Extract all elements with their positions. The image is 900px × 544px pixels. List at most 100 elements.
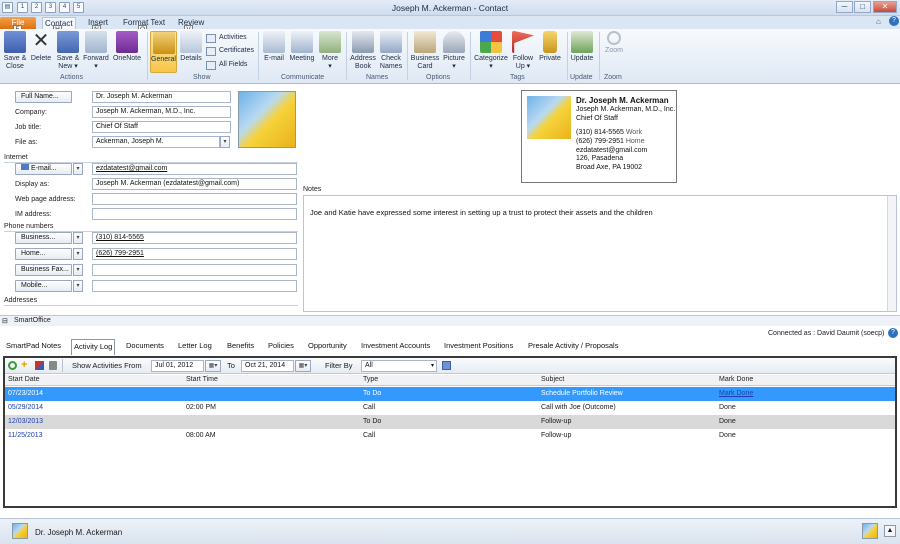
jobtitle-input[interactable]: Chief Of Staff	[92, 121, 231, 133]
from-date-input[interactable]: Jul 01, 2012	[151, 360, 204, 372]
notes-textarea[interactable]: Joe and Katie have expressed some intere…	[303, 195, 897, 312]
people-pane-photo[interactable]	[862, 523, 878, 539]
company-input[interactable]: Joseph M. Ackerman, M.D., Inc.	[92, 106, 231, 118]
webpage-label: Web page address:	[15, 196, 76, 203]
update-button[interactable]: Update	[569, 31, 595, 63]
col-start-date[interactable]: Start Date	[8, 376, 40, 383]
im-input[interactable]	[92, 208, 297, 220]
email-button[interactable]: E-mail	[262, 31, 286, 63]
business-fax-input[interactable]	[92, 264, 297, 276]
activities-icon	[206, 34, 216, 43]
tab-benefits[interactable]: Benefits	[225, 339, 256, 354]
help-icon[interactable]: ?	[889, 16, 899, 26]
expand-icon[interactable]: ▲	[884, 525, 896, 537]
table-row[interactable]: 11/25/2013 08:00 AM Call Follow-up Done	[5, 429, 895, 443]
home-phone-button[interactable]: Home...	[15, 248, 72, 260]
meeting-button[interactable]: Meeting	[288, 31, 316, 63]
collapse-icon[interactable]: ⊟	[2, 317, 8, 325]
address-book-button[interactable]: Address Book	[349, 31, 377, 70]
add-icon[interactable]: +	[21, 359, 27, 371]
categorize-button[interactable]: Categorize ▾	[473, 31, 509, 70]
general-button[interactable]: General	[150, 31, 177, 73]
tab-letter-log[interactable]: Letter Log	[176, 339, 214, 354]
save-close-button[interactable]: Save & Close	[2, 31, 28, 70]
business-phone-input[interactable]: (310) 814-5565	[92, 232, 297, 244]
ribbon-collapse-icon[interactable]: ⌂	[876, 17, 881, 26]
minimize-button[interactable]: ─	[836, 1, 853, 13]
tab-opportunity[interactable]: Opportunity	[306, 339, 349, 354]
card-address-line1: 126, Pasadena	[576, 155, 624, 162]
email-field-button[interactable]: E-mail...	[15, 163, 72, 175]
status-avatar[interactable]	[12, 523, 28, 539]
meeting-label: Meeting	[289, 55, 315, 62]
col-mark-done[interactable]: Mark Done	[719, 376, 753, 383]
from-date-picker[interactable]: ▦▾	[205, 360, 221, 372]
tab-documents[interactable]: Documents	[124, 339, 166, 354]
business-card-button[interactable]: Business Card	[410, 31, 440, 70]
to-date-input[interactable]: Oct 21, 2014	[241, 360, 294, 372]
home-phone-input[interactable]: (626) 799-2951	[92, 248, 297, 260]
mobile-phone-button[interactable]: Mobile...	[15, 280, 72, 292]
business-fax-dropdown[interactable]: ▾	[73, 264, 83, 276]
forward-button[interactable]: Forward ▾	[82, 31, 110, 70]
col-subject[interactable]: Subject	[541, 376, 564, 383]
certificates-button[interactable]: Certificates	[206, 45, 254, 57]
notes-scrollbar[interactable]	[887, 196, 896, 311]
fileas-select[interactable]: Ackerman, Joseph M.	[92, 136, 220, 148]
refresh-icon[interactable]	[8, 361, 17, 370]
business-phone-button[interactable]: Business...	[15, 232, 72, 244]
delete-icon[interactable]	[49, 361, 57, 370]
tab-investment-accounts[interactable]: Investment Accounts	[359, 339, 432, 354]
filter-select[interactable]: All ▾	[361, 360, 437, 372]
webpage-input[interactable]	[92, 193, 297, 205]
group-tags-label: Tags	[510, 74, 525, 81]
certificates-icon	[206, 47, 216, 56]
save-new-button[interactable]: Save & New ▾	[55, 31, 81, 70]
mobile-phone-input[interactable]	[92, 280, 297, 292]
to-date-picker[interactable]: ▦▾	[295, 360, 311, 372]
phones-section-label: Phone numbers	[4, 222, 298, 232]
private-button[interactable]: Private	[537, 31, 563, 63]
all-fields-button[interactable]: All Fields	[206, 59, 247, 71]
onenote-button[interactable]: OneNote	[112, 31, 142, 63]
activities-button[interactable]: Activities	[206, 32, 247, 44]
search-icon[interactable]	[442, 361, 451, 370]
maximize-button[interactable]: □	[854, 1, 871, 13]
check-names-button[interactable]: Check Names	[378, 31, 404, 70]
email-field-dropdown[interactable]: ▾	[73, 163, 83, 175]
full-name-input[interactable]: Dr. Joseph M. Ackerman	[92, 91, 231, 103]
col-type[interactable]: Type	[363, 376, 378, 383]
tab-presale-activity[interactable]: Presale Activity / Proposals	[526, 339, 620, 354]
picture-button[interactable]: Picture ▾	[442, 31, 466, 70]
full-name-button[interactable]: Full Name...	[15, 91, 72, 103]
displayas-input[interactable]: Joseph M. Ackerman (ezdatatest@gmail.com…	[92, 178, 297, 190]
delete-button[interactable]: ✕ Delete	[30, 31, 52, 63]
tab-policies[interactable]: Policies	[266, 339, 296, 354]
tab-activity-log[interactable]: Activity Log	[71, 339, 116, 355]
table-row[interactable]: 12/03/2013 To Do Follow-up Done	[5, 415, 895, 429]
business-fax-button[interactable]: Business Fax...	[15, 264, 72, 276]
help-icon[interactable]: ?	[888, 328, 898, 338]
table-row[interactable]: 05/29/2014 02:00 PM Call Call with Joe (…	[5, 401, 895, 415]
contact-photo[interactable]	[238, 91, 296, 148]
home-phone-dropdown[interactable]: ▾	[73, 248, 83, 260]
close-button[interactable]: ✕	[873, 1, 897, 13]
mark-done-link[interactable]: Mark Done	[719, 387, 753, 400]
zoom-button[interactable]: Zoom	[602, 31, 626, 55]
card-home-phone: (626) 799-2951 Home	[576, 138, 645, 145]
mobile-phone-dropdown[interactable]: ▾	[73, 280, 83, 292]
more-button[interactable]: More ▾	[318, 31, 342, 70]
business-phone-dropdown[interactable]: ▾	[73, 232, 83, 244]
follow-up-button[interactable]: Follow Up ▾	[511, 31, 535, 70]
col-start-time[interactable]: Start Time	[186, 376, 218, 383]
business-card-preview[interactable]: Dr. Joseph M. Ackerman Joseph M. Ackerma…	[521, 90, 677, 183]
fileas-dropdown[interactable]: ▾	[220, 136, 230, 148]
tab-smartpad-notes[interactable]: SmartPad Notes	[4, 339, 63, 354]
email-input[interactable]: ezdatatest@gmail.com	[92, 163, 297, 175]
im-label: IM address:	[15, 211, 52, 218]
company-label: Company:	[15, 109, 47, 116]
details-button[interactable]: Details	[179, 31, 203, 63]
edit-icon[interactable]	[35, 361, 44, 370]
tab-investment-positions[interactable]: Investment Positions	[442, 339, 515, 354]
table-row[interactable]: 07/23/2014 To Do Schedule Portfolio Revi…	[5, 387, 895, 401]
